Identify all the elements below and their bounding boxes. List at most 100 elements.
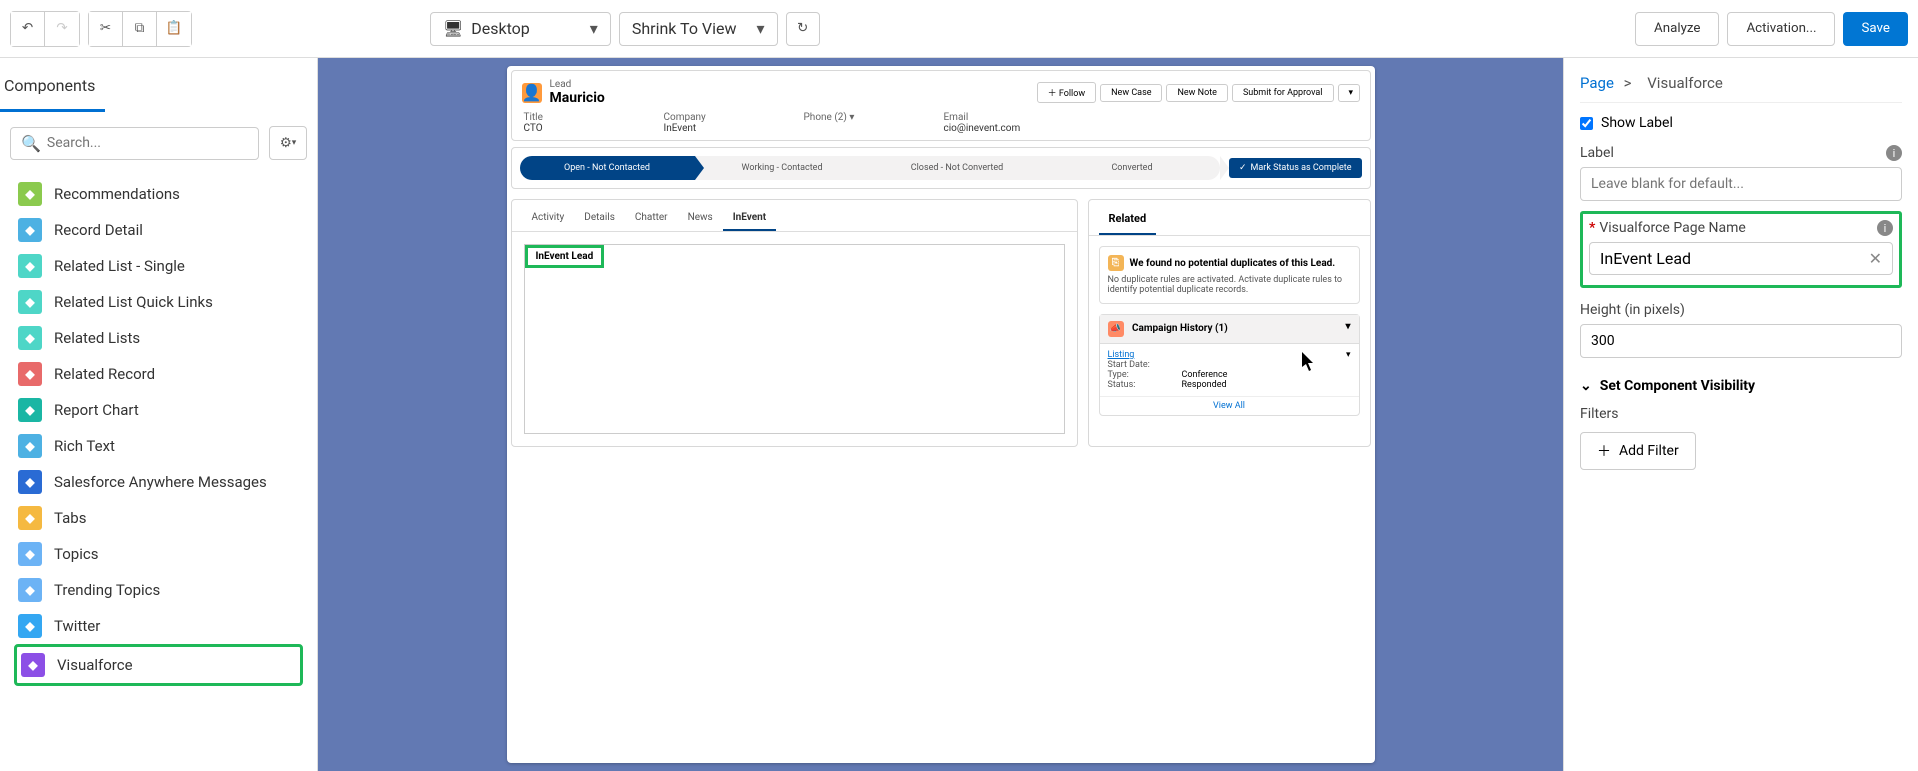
chevron-down-icon: ⌄ [1580,378,1592,394]
label-input[interactable] [1580,167,1902,201]
component-topics[interactable]: ◆ Topics [14,536,303,572]
new-case-button[interactable]: New Case [1100,84,1162,102]
path-stage-open[interactable]: Open - Not Contacted [520,156,695,180]
component-rich-text[interactable]: ◆Rich Text [14,428,303,464]
component-tabs[interactable]: ◆Tabs [14,500,303,536]
title-label: Title [524,112,664,123]
duplicate-card: ⎘ We found no potential duplicates of thi… [1099,246,1360,304]
component-trending-topics[interactable]: ◆Trending Topics [14,572,303,608]
vf-page-name-input[interactable]: InEvent Lead ✕ [1589,242,1893,275]
status-label: Status: [1108,380,1182,390]
path-stage-working[interactable]: Working - Contacted [695,156,870,180]
component-label: Recommendations [54,185,180,203]
duplicate-title: We found no potential duplicates of this… [1130,258,1336,269]
main-tabs-card: Activity Details Chatter News InEvent In… [511,199,1078,447]
tab-inevent[interactable]: InEvent [723,206,776,231]
component-icon: ◆ [18,182,42,206]
height-input[interactable] [1580,324,1902,358]
component-twitter[interactable]: ◆ Twitter [14,608,303,644]
chevron-down-icon[interactable]: ▾ [1345,321,1350,332]
component-related-list-quick-links[interactable]: ◆Related List Quick Links [14,284,303,320]
component-record-detail[interactable]: ◆Record Detail [14,212,303,248]
top-toolbar: ↶ ↷ ✂ ⧉ 📋 🖥 Desktop ▾ Shrink To View ▾ ↻… [0,0,1918,58]
company-value: InEvent [664,123,804,134]
paste-button[interactable]: 📋 [157,12,191,46]
component-related-lists[interactable]: ◆Related Lists [14,320,303,356]
tab-details[interactable]: Details [574,206,625,231]
search-input[interactable]: 🔍 [10,127,259,160]
visibility-section-toggle[interactable]: ⌄ Set Component Visibility [1580,378,1902,394]
chevron-down-icon: ▾ [757,19,765,38]
campaign-history-header[interactable]: 📣 Campaign History (1) ▾ [1100,315,1359,344]
redo-button[interactable]: ↷ [45,12,79,46]
desktop-icon: 🖥 [443,19,471,38]
components-tab[interactable]: Components [0,58,105,112]
cut-button[interactable]: ✂ [89,12,123,46]
status-value: Responded [1182,380,1227,390]
activation-button[interactable]: Activation... [1727,12,1835,46]
related-tab[interactable]: Related [1099,204,1157,235]
component-label: Trending Topics [54,581,160,599]
component-salesforce-anywhere-messages[interactable]: ◆Salesforce Anywhere Messages [14,464,303,500]
start-date-label: Start Date: [1108,360,1182,370]
clear-icon[interactable]: ✕ [1869,249,1882,268]
show-label-checkbox[interactable] [1580,117,1593,130]
height-label: Height (in pixels) [1580,302,1685,318]
copy-button[interactable]: ⧉ [123,12,157,46]
add-filter-button[interactable]: ＋ Add Filter [1580,432,1696,470]
refresh-button[interactable]: ↻ [786,12,820,46]
duplicate-icon: ⎘ [1108,255,1124,271]
search-input-field[interactable] [47,135,248,151]
follow-button[interactable]: ＋ Follow [1037,82,1097,103]
component-label: Twitter [54,617,100,635]
chevron-down-icon[interactable]: ▾ [1346,350,1351,360]
component-visualforce[interactable]: ◆Visualforce [14,644,303,686]
tab-news[interactable]: News [678,206,723,231]
component-label: Related Record [54,365,155,383]
related-card: Related ⎘ We found no potential duplicate… [1088,199,1371,447]
new-note-button[interactable]: New Note [1166,84,1227,102]
email-value[interactable]: cio@inevent.com [944,123,1084,134]
campaign-listing-link[interactable]: Listing [1108,350,1135,360]
component-label: Topics [54,545,98,563]
component-icon: ◆ [18,218,42,242]
plus-icon: ＋ [1597,441,1611,461]
component-label: Related List Quick Links [54,293,213,311]
component-report-chart[interactable]: ◆Report Chart [14,392,303,428]
type-label: Type: [1108,370,1182,380]
zoom-select[interactable]: Shrink To View ▾ [619,12,778,46]
component-icon: ◆ [18,398,42,422]
info-icon[interactable]: i [1877,220,1893,236]
save-button[interactable]: Save [1843,12,1908,46]
path-stage-converted[interactable]: Converted [1045,156,1220,180]
component-related-record[interactable]: ◆Related Record [14,356,303,392]
component-icon: ◆ [18,542,42,566]
analyze-button[interactable]: Analyze [1635,12,1719,46]
duplicate-body: No duplicate rules are activated. Activa… [1108,275,1351,295]
component-icon: ◆ [18,326,42,350]
info-icon[interactable]: i [1886,145,1902,161]
view-all-link[interactable]: View All [1100,396,1359,415]
undo-button[interactable]: ↶ [11,12,45,46]
lead-icon: 👤 [522,83,542,103]
component-related-list-single[interactable]: ◆Related List - Single [14,248,303,284]
device-select[interactable]: 🖥 Desktop ▾ [430,12,611,46]
tab-chatter[interactable]: Chatter [625,206,678,231]
more-actions-button[interactable]: ▾ [1338,84,1360,102]
submit-approval-button[interactable]: Submit for Approval [1232,84,1334,102]
mark-complete-button[interactable]: ✓Mark Status as Complete [1229,158,1362,178]
component-icon: ◆ [18,434,42,458]
breadcrumb-page[interactable]: Page [1580,74,1614,92]
component-icon: ◆ [18,614,42,638]
campaign-icon: 📣 [1108,321,1124,337]
component-label: Visualforce [57,656,133,674]
chevron-down-icon[interactable]: ▾ [849,112,854,123]
settings-button[interactable]: ⚙▾ [269,126,307,160]
label-label: Label [1580,145,1614,161]
visualforce-component[interactable]: InEvent Lead [524,244,1065,434]
path-stage-closed[interactable]: Closed - Not Converted [870,156,1045,180]
components-list: ◆Recommendations◆Record Detail◆Related L… [0,170,317,692]
component-recommendations[interactable]: ◆ Recommendations [14,176,303,212]
tab-activity[interactable]: Activity [522,206,575,231]
component-label: Tabs [54,509,86,527]
